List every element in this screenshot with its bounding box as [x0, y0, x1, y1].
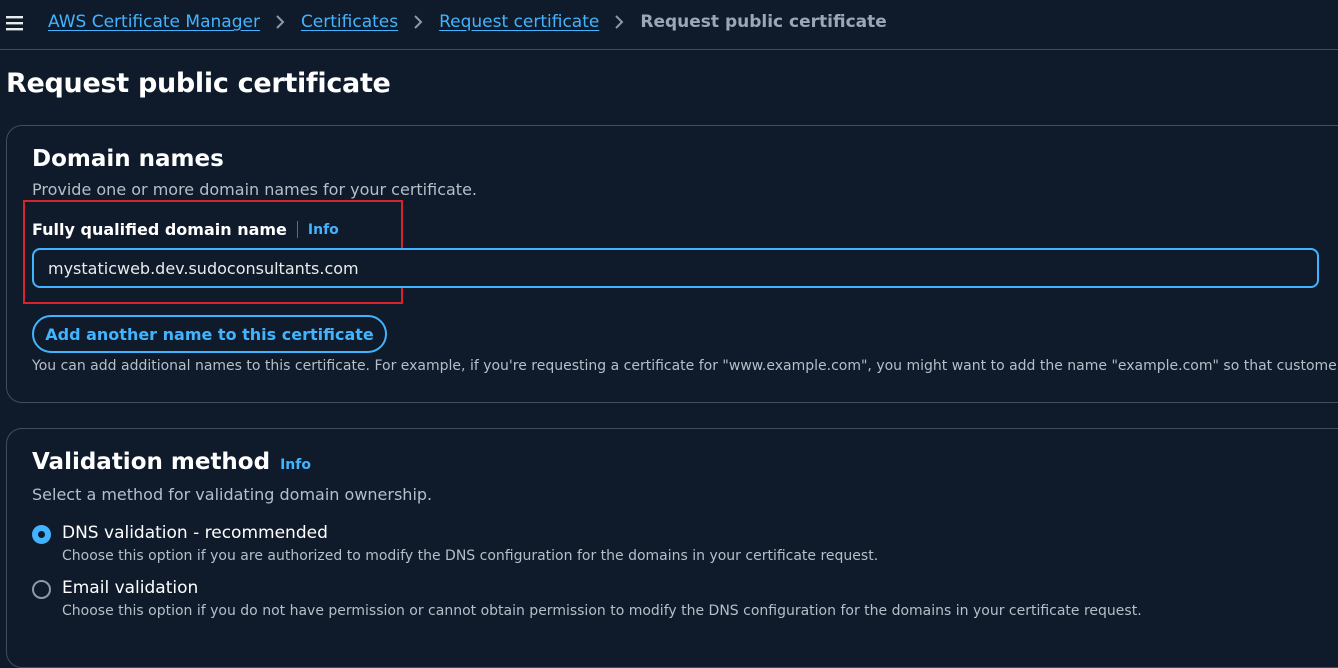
email-validation-option[interactable]: Email validation Choose this option if y… — [32, 578, 1232, 622]
breadcrumb: AWS Certificate Manager Certificates Req… — [48, 12, 887, 32]
email-validation-description: Choose this option if you do not have pe… — [62, 603, 1142, 619]
email-validation-radio[interactable] — [32, 580, 51, 599]
domain-field-label-row: Fully qualified domain name Info — [32, 220, 339, 239]
validation-heading-row: Validation method Info — [32, 449, 311, 475]
chevron-right-icon — [615, 15, 624, 29]
dns-validation-description: Choose this option if you are authorized… — [62, 548, 879, 564]
breadcrumb-link-certificate-manager[interactable]: AWS Certificate Manager — [48, 12, 260, 32]
dns-validation-label: DNS validation - recommended — [62, 523, 328, 543]
breadcrumb-current: Request public certificate — [640, 12, 887, 32]
chevron-right-icon — [414, 15, 423, 29]
validation-info-link[interactable]: Info — [280, 457, 311, 473]
breadcrumb-link-request-certificate[interactable]: Request certificate — [439, 12, 599, 32]
label-divider — [296, 221, 298, 238]
email-validation-label: Email validation — [62, 578, 199, 598]
breadcrumb-link-certificates[interactable]: Certificates — [301, 12, 398, 32]
validation-method-heading: Validation method — [32, 449, 271, 475]
domain-names-description: Provide one or more domain names for you… — [32, 180, 477, 199]
dns-validation-option[interactable]: DNS validation - recommended Choose this… — [32, 523, 1232, 567]
top-navigation-bar: AWS Certificate Manager Certificates Req… — [0, 0, 1338, 50]
domain-field-label: Fully qualified domain name — [32, 220, 287, 239]
domain-name-input[interactable] — [32, 248, 1319, 288]
hamburger-menu-icon[interactable] — [6, 14, 24, 32]
domain-names-heading: Domain names — [32, 146, 224, 172]
validation-method-panel: Validation method Info Select a method f… — [6, 428, 1338, 668]
validation-method-description: Select a method for validating domain ow… — [32, 485, 433, 504]
domain-names-panel: Domain names Provide one or more domain … — [6, 125, 1338, 403]
add-another-name-button[interactable]: Add another name to this certificate — [32, 315, 387, 353]
domain-info-link[interactable]: Info — [308, 222, 339, 238]
page-title: Request public certificate — [6, 68, 391, 99]
chevron-right-icon — [276, 15, 285, 29]
dns-validation-radio[interactable] — [32, 525, 51, 544]
additional-names-hint: You can add additional names to this cer… — [32, 358, 1338, 374]
